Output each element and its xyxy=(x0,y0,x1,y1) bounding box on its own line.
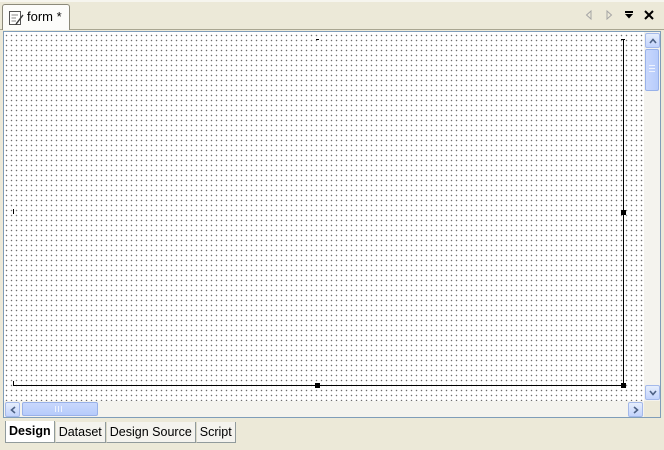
tab-strip-highlight xyxy=(0,0,664,2)
tab-script[interactable]: Script xyxy=(195,422,236,443)
scroll-left-button[interactable] xyxy=(5,402,20,417)
form-editor-icon xyxy=(8,10,24,26)
editor-tab-form[interactable]: form * xyxy=(2,4,70,30)
form-design-area[interactable] xyxy=(13,39,624,386)
view-tabs: Design Dataset Design Source Script xyxy=(5,421,236,444)
resize-handle-right-middle[interactable] xyxy=(621,210,626,215)
horizontal-thumb-grip xyxy=(55,406,56,412)
resize-handle-bottom-middle[interactable] xyxy=(315,383,320,388)
tab-dataset[interactable]: Dataset xyxy=(54,422,106,443)
vertical-scrollbar[interactable] xyxy=(644,32,660,401)
horizontal-scroll-thumb[interactable] xyxy=(22,402,98,416)
tab-design[interactable]: Design xyxy=(5,421,55,443)
design-area-tick-left-middle xyxy=(13,209,14,214)
horizontal-thumb-grip xyxy=(61,406,62,412)
scroll-up-button[interactable] xyxy=(645,33,660,48)
vertical-scroll-thumb[interactable] xyxy=(645,49,659,91)
vertical-thumb-grip xyxy=(649,71,655,72)
scroll-down-button[interactable] xyxy=(645,385,660,400)
vertical-thumb-grip xyxy=(649,65,655,66)
arrow-up-icon xyxy=(649,38,657,44)
horizontal-scrollbar[interactable] xyxy=(4,401,644,417)
design-area-tick-bottom-left xyxy=(13,381,14,386)
close-icon[interactable] xyxy=(641,7,657,23)
editor-tab-label: form * xyxy=(27,9,62,24)
triangle-right-icon[interactable] xyxy=(601,7,617,23)
tab-design-source[interactable]: Design Source xyxy=(105,422,196,443)
arrow-right-icon xyxy=(633,406,639,414)
arrow-left-icon xyxy=(10,406,16,414)
design-area-tick-top-right xyxy=(621,39,625,40)
scrollbar-corner xyxy=(644,401,660,417)
design-canvas[interactable] xyxy=(4,32,644,401)
editor-tab-strip: form * xyxy=(0,0,664,30)
editor-frame xyxy=(3,31,661,418)
triangle-left-icon[interactable] xyxy=(581,7,597,23)
scroll-right-button[interactable] xyxy=(628,402,643,417)
arrow-down-icon xyxy=(649,390,657,396)
horizontal-thumb-grip xyxy=(58,406,59,412)
chevron-down-icon[interactable] xyxy=(621,7,637,23)
resize-handle-bottom-right[interactable] xyxy=(621,383,626,388)
vertical-thumb-grip xyxy=(649,68,655,69)
design-area-tick-top-middle xyxy=(316,39,319,40)
